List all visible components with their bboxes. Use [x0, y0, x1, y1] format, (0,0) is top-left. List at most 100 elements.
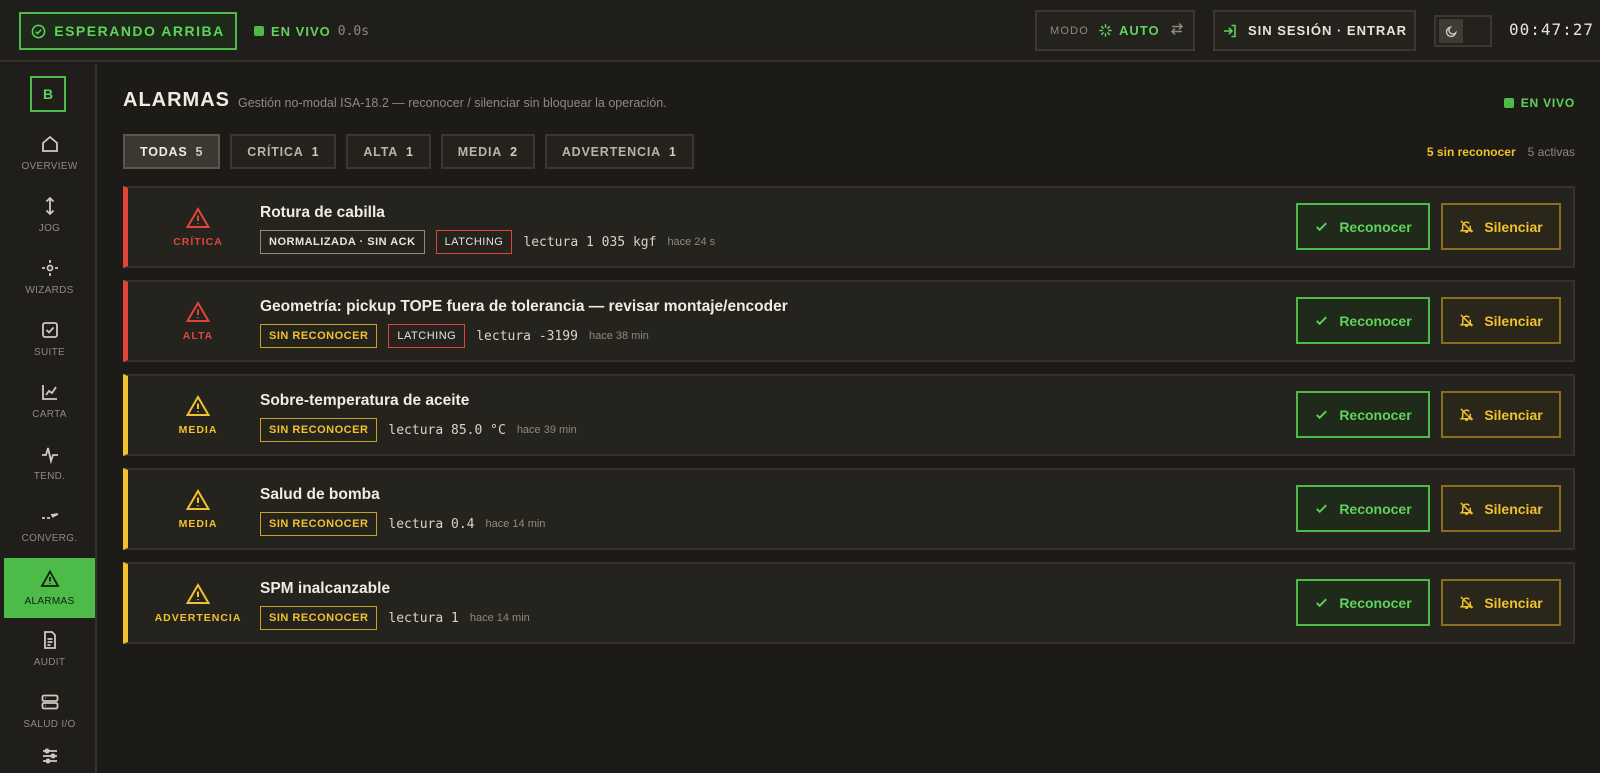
state-tag: SIN RECONOCER	[260, 606, 378, 630]
severity-label: ALTA	[182, 329, 214, 342]
vertical-arrows-icon	[45, 196, 54, 216]
alarm-row: CRÍTICA Rotura de cabilla NORMALIZADA · …	[123, 186, 1575, 268]
live-label: EN VIVO	[1520, 96, 1575, 110]
alarm-reading: lectura 0.4	[388, 516, 475, 532]
filter-label: CRÍTICA	[247, 144, 304, 159]
filter-alta[interactable]: ALTA 1	[346, 134, 431, 169]
alarm-row: ALTA Geometría: pickup TOPE fuera de tol…	[123, 280, 1575, 362]
latching-tag: LATCHING	[388, 324, 466, 348]
app-logo[interactable]: B	[30, 76, 66, 112]
sidebar-item-converg[interactable]: CONVERG.	[4, 496, 95, 554]
swap-icon[interactable]	[1170, 22, 1184, 39]
warning-icon	[186, 582, 210, 604]
filter-advertencia[interactable]: ADVERTENCIA 1	[544, 134, 694, 169]
sidebar-item-alarmas[interactable]: ALARMAS	[4, 558, 95, 618]
acknowledge-button[interactable]: Reconocer	[1296, 391, 1430, 438]
filter-count: 5	[195, 144, 204, 159]
sidebar-item-salud-io[interactable]: SALUD I/O	[4, 682, 95, 740]
alarm-row: MEDIA Salud de bomba SIN RECONOCER lectu…	[123, 468, 1575, 550]
silence-button[interactable]: Silenciar	[1441, 203, 1561, 250]
severity-label: ADVERTENCIA	[154, 611, 242, 624]
sidebar-item-label: TEND.	[33, 471, 66, 482]
silence-button[interactable]: Silenciar	[1441, 297, 1561, 344]
state-tag: SIN RECONOCER	[260, 324, 378, 348]
live-indicator: EN VIVO 0.0s	[254, 20, 369, 42]
silence-button[interactable]: Silenciar	[1441, 579, 1561, 626]
filter-count: 2	[510, 144, 518, 159]
sidebar-item-suite[interactable]: SUITE	[4, 310, 95, 368]
spinner-icon	[1099, 24, 1112, 37]
alarm-meta: SIN RECONOCER lectura 85.0 °C hace 39 mi…	[260, 418, 577, 442]
warning-icon	[186, 488, 210, 510]
silence-button[interactable]: Silenciar	[1441, 485, 1561, 532]
alarm-meta: NORMALIZADA · SIN ACK LATCHING lectura 1…	[260, 230, 715, 254]
acknowledge-label: Reconocer	[1339, 500, 1412, 517]
alarm-time: hace 14 min	[485, 518, 546, 530]
mode-switch[interactable]: MODO AUTO	[1035, 10, 1195, 51]
sidebar-item-label: SALUD I/O	[23, 719, 76, 730]
sidebar-item-wizards[interactable]: WIZARDS	[4, 248, 95, 306]
live-dot-icon	[254, 26, 264, 36]
severity-label: MEDIA	[178, 423, 218, 436]
login-label: SIN SESIÓN · ENTRAR	[1247, 23, 1408, 38]
sidebar: B OVERVIEW JOG WIZARDS SUITE CARTA TEND.…	[0, 64, 97, 773]
converge-icon	[41, 513, 58, 519]
machine-status-label: ESPERANDO ARRIBA	[54, 23, 225, 39]
check-circle-icon	[31, 24, 46, 38]
severity-indicator: MEDIA	[148, 376, 248, 454]
alarm-meta: SIN RECONOCER lectura 0.4 hace 14 min	[260, 512, 545, 536]
warning-icon	[186, 300, 210, 322]
bell-off-icon	[1459, 220, 1474, 233]
acknowledge-label: Reconocer	[1339, 312, 1412, 329]
alarm-time: hace 24 s	[667, 236, 716, 248]
checkbox-icon	[41, 322, 58, 338]
filter-todas[interactable]: TODAS 5	[123, 134, 221, 169]
acknowledge-button[interactable]: Reconocer	[1296, 203, 1430, 250]
silence-label: Silenciar	[1484, 218, 1543, 235]
sidebar-item-audit[interactable]: AUDIT	[4, 620, 95, 678]
filter-critica[interactable]: CRÍTICA 1	[230, 134, 337, 169]
filter-media[interactable]: MEDIA 2	[440, 134, 535, 169]
alarm-title: Salud de bomba	[260, 486, 380, 503]
sidebar-item-overview[interactable]: OVERVIEW	[4, 124, 95, 182]
severity-indicator: ALTA	[148, 282, 248, 360]
acknowledge-label: Reconocer	[1339, 218, 1412, 235]
sidebar-item-tend[interactable]: TEND.	[4, 434, 95, 492]
server-icon	[41, 694, 58, 710]
filter-count: 1	[668, 144, 677, 159]
chart-icon	[41, 385, 57, 400]
home-icon	[41, 135, 58, 152]
filter-count: 1	[406, 144, 414, 159]
sidebar-item-jog[interactable]: JOG	[4, 186, 95, 244]
state-tag: NORMALIZADA · SIN ACK	[260, 230, 425, 254]
active-count: 5 activas	[1527, 145, 1575, 159]
sidebar-item-settings[interactable]	[4, 746, 95, 773]
sliders-icon	[42, 748, 57, 764]
acknowledge-button[interactable]: Reconocer	[1296, 485, 1430, 532]
login-icon	[1223, 24, 1236, 37]
warning-icon	[186, 394, 210, 416]
filter-label: TODAS	[140, 144, 188, 159]
check-icon	[1316, 316, 1328, 326]
alarm-title: Sobre-temperatura de aceite	[260, 392, 470, 409]
sidebar-item-carta[interactable]: CARTA	[4, 372, 95, 430]
alarm-row: ADVERTENCIA SPM inalcanzable SIN RECONOC…	[123, 562, 1575, 644]
clock: 00:47:27	[1509, 20, 1595, 39]
acknowledge-button[interactable]: Reconocer	[1296, 297, 1430, 344]
mode-value-text: AUTO	[1119, 23, 1160, 38]
login-button[interactable]: SIN SESIÓN · ENTRAR	[1213, 10, 1416, 51]
acknowledge-button[interactable]: Reconocer	[1296, 579, 1430, 626]
alarm-title: Rotura de cabilla	[260, 204, 385, 221]
severity-label: MEDIA	[178, 517, 218, 530]
filter-label: MEDIA	[457, 144, 503, 159]
filter-label: ALTA	[363, 144, 399, 159]
silence-label: Silenciar	[1484, 500, 1543, 517]
mode-label: MODO	[1050, 24, 1090, 37]
alarm-reading: lectura 1	[388, 610, 459, 626]
theme-toggle[interactable]	[1434, 15, 1492, 47]
filter-label: ADVERTENCIA	[561, 144, 661, 159]
alarm-title: SPM inalcanzable	[260, 580, 391, 597]
silence-button[interactable]: Silenciar	[1441, 391, 1561, 438]
mode-value: AUTO	[1099, 23, 1160, 38]
sidebar-item-label: AUDIT	[33, 657, 66, 668]
